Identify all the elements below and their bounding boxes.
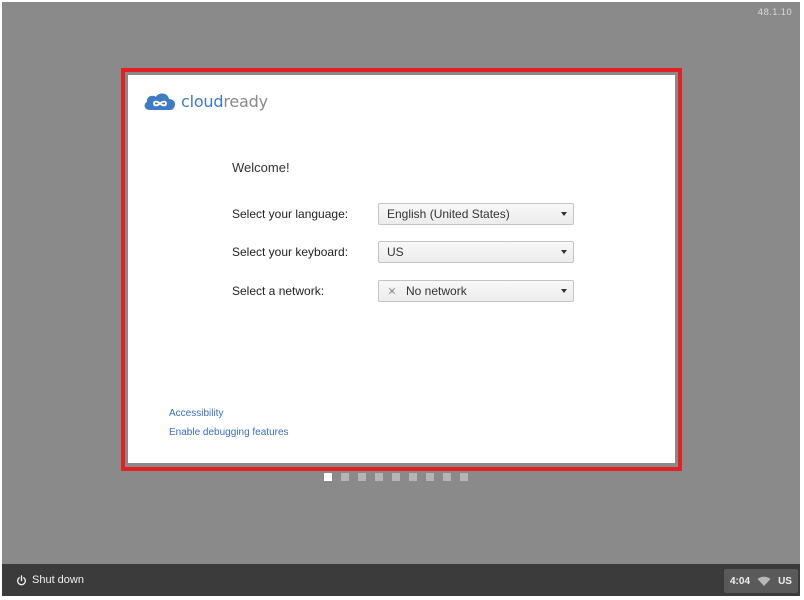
network-label: Select a network:: [232, 284, 325, 298]
pagination-dot: [358, 473, 366, 481]
language-row: Select your language: English (United St…: [232, 203, 574, 225]
network-select-value: No network: [406, 284, 467, 298]
chevron-down-icon: [561, 289, 567, 293]
clock: 4:04: [730, 575, 751, 587]
keyboard-select[interactable]: US: [378, 241, 574, 263]
pagination-dot-active: [324, 473, 332, 481]
cloud-logo-icon: [144, 93, 176, 110]
cloudready-logo: cloudready: [142, 91, 268, 111]
pagination-dot: [392, 473, 400, 481]
chevron-down-icon: [561, 250, 567, 254]
no-network-icon: [388, 287, 396, 295]
power-icon: [16, 574, 27, 585]
shutdown-label: Shut down: [32, 574, 84, 586]
pagination-dot: [341, 473, 349, 481]
pagination-dot: [409, 473, 417, 481]
pagination-dot: [460, 473, 468, 481]
logo-wordmark-primary: cloud: [181, 91, 224, 111]
pagination-dot: [426, 473, 434, 481]
logo-wordmark-secondary: ready: [223, 91, 268, 111]
welcome-title: Welcome!: [232, 160, 290, 175]
footer-links: Accessibility Enable debugging features: [169, 408, 289, 446]
keyboard-select-value: US: [387, 245, 404, 259]
pagination-dots: [324, 473, 468, 481]
status-tray[interactable]: 4:04 US: [724, 569, 798, 593]
shelf: Shut down 4:04 US: [2, 564, 800, 596]
oobe-screen: 48.1.10 cloudready Welcome! Select your …: [2, 2, 800, 596]
keyboard-label: Select your keyboard:: [232, 245, 349, 259]
language-select-value: English (United States): [387, 207, 510, 221]
logo-wordmark: cloudready: [181, 92, 268, 111]
network-row: Select a network: No network: [232, 280, 574, 302]
chevron-down-icon: [561, 212, 567, 216]
language-select[interactable]: English (United States): [378, 203, 574, 225]
accessibility-link[interactable]: Accessibility: [169, 408, 289, 419]
wifi-icon: [757, 576, 771, 586]
pagination-dot: [375, 473, 383, 481]
language-label: Select your language:: [232, 207, 349, 221]
keyboard-layout-indicator: US: [778, 575, 792, 587]
version-label: 48.1.10: [757, 8, 792, 18]
enable-debugging-link[interactable]: Enable debugging features: [169, 427, 289, 438]
keyboard-row: Select your keyboard: US: [232, 241, 574, 263]
shutdown-button[interactable]: Shut down: [16, 574, 84, 586]
pagination-dot: [443, 473, 451, 481]
network-select[interactable]: No network: [378, 280, 574, 302]
welcome-card: cloudready Welcome! Select your language…: [128, 75, 675, 463]
